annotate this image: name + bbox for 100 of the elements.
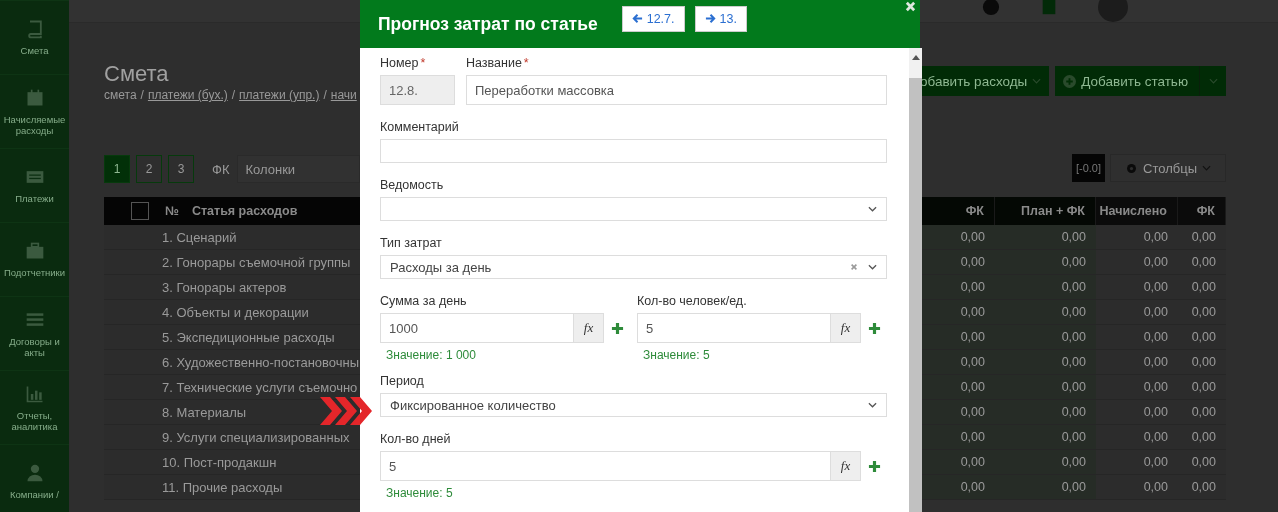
formula-button[interactable]: fx — [831, 451, 861, 481]
sidebar-item[interactable]: Договоры и акты — [0, 297, 69, 371]
required-mark: * — [420, 56, 426, 70]
breadcrumb-link[interactable]: платежи (бух.) — [147, 88, 228, 102]
breadcrumb-link[interactable]: начи — [330, 88, 357, 102]
columns-button[interactable]: Столбцы — [1110, 154, 1226, 182]
caret-icon — [1032, 78, 1042, 84]
briefcase-icon — [24, 241, 45, 261]
table-cell: 3. Гонорары актеров — [162, 279, 287, 295]
table-cell: 0,00 — [995, 350, 1096, 375]
field-label: Номер * — [380, 56, 427, 71]
sidebar-item[interactable]: Подотчетники — [0, 223, 69, 297]
table-cell: 0,00 — [920, 375, 995, 400]
scrollbar[interactable] — [909, 48, 922, 512]
checkbox[interactable] — [131, 202, 149, 220]
sidebar-item[interactable]: Компании / — [0, 445, 69, 512]
caret-icon — [1202, 165, 1211, 171]
table-cell: 8. Материалы — [162, 404, 247, 420]
breadcrumb-separator: / — [231, 88, 236, 102]
chevrons-marker-icon — [320, 397, 372, 425]
sidebar-item[interactable]: Платежи — [0, 149, 69, 223]
chevron-down-icon — [868, 264, 877, 270]
field-label: Тип затрат — [380, 236, 443, 251]
page-title: Смета — [104, 62, 170, 86]
add-button[interactable]: Добавить статью — [1055, 66, 1227, 96]
column-header[interactable]: Статья расходов — [191, 204, 298, 218]
filter-label: ФК — [212, 161, 230, 177]
breadcrumb-item: смета — [104, 88, 137, 102]
close-icon[interactable] — [905, 1, 916, 12]
dialog-title: Прогноз затрат по статье — [378, 13, 598, 35]
table-cell: 0,00 — [920, 250, 995, 275]
page-button[interactable]: 2 — [136, 155, 162, 183]
field-label: Название * — [466, 56, 530, 71]
table-cell: 10. Пост-продакшн — [162, 454, 277, 470]
formula-button[interactable]: fx — [831, 313, 861, 343]
table-cell: 0,00 — [920, 275, 995, 300]
plus-icon[interactable] — [868, 321, 881, 335]
rounding-button[interactable]: [-0.0] — [1071, 154, 1105, 182]
value-hint: Значение: 1 000 — [385, 348, 477, 362]
table-cell: 0,00 — [995, 400, 1096, 425]
formula-field[interactable]: 1000 — [380, 313, 574, 343]
breadcrumb-separator: / — [323, 88, 327, 102]
value-hint: Значение: 5 — [642, 348, 711, 362]
table-cell: 4. Объекты и декорации — [162, 304, 309, 320]
name-field[interactable]: Переработки массовка — [466, 75, 887, 105]
table-cell: 5. Экспедиционные расходы — [162, 329, 335, 345]
chevron-down-icon — [868, 402, 877, 408]
required-mark: * — [523, 56, 529, 70]
scroll-up-icon[interactable] — [911, 55, 920, 60]
table-cell: 0,00 — [920, 300, 995, 325]
add-button[interactable]: обавить расходы — [920, 66, 1050, 96]
cost-type-select[interactable]: Расходы за день — [380, 255, 887, 279]
table-cell: 9. Услуги специализированных — [162, 429, 350, 445]
table-cell: 0,00 — [920, 450, 995, 475]
table-cell: 0,00 — [920, 325, 995, 350]
field-label: Сумма за день — [380, 294, 468, 309]
table-cell: 0,00 — [995, 275, 1096, 300]
table-cell: 0,00 — [995, 225, 1096, 250]
table-cell: 0,00 — [920, 475, 995, 500]
clear-icon[interactable] — [850, 263, 858, 271]
field-label: Кол-во дней — [380, 432, 452, 447]
field-label: Кол-во человек/ед. — [637, 294, 748, 309]
column-header[interactable]: ФК — [1178, 197, 1226, 225]
breadcrumb-separator: / — [140, 88, 144, 102]
sidebar-item[interactable]: Начисляемые расходы — [0, 75, 69, 149]
table-cell: 1. Сценарий — [162, 229, 237, 245]
breadcrumb-link[interactable]: платежи (упр.) — [239, 88, 320, 102]
table-cell: 0,00 — [995, 325, 1096, 350]
plus-icon[interactable] — [611, 321, 624, 335]
plus-icon[interactable] — [868, 459, 881, 473]
arrow-right-icon — [704, 13, 716, 24]
formula-field[interactable]: 5 — [380, 451, 831, 481]
table-cell: 0,00 — [995, 425, 1096, 450]
field-label: Период — [380, 374, 425, 389]
column-header[interactable]: Начислено — [1096, 197, 1178, 225]
page-button[interactable]: 1 — [104, 155, 130, 183]
sidebar-item[interactable]: Отчеты, аналитика — [0, 371, 69, 445]
page-button[interactable]: 3 — [168, 155, 194, 183]
comment-field[interactable] — [380, 139, 887, 163]
formula-field[interactable]: 5 — [637, 313, 831, 343]
table-cell: 0,00 — [920, 225, 995, 250]
period-select[interactable]: Фиксированное количество — [380, 393, 887, 417]
table-cell: 0,00 — [995, 475, 1096, 500]
value-hint: Значение: 5 — [385, 486, 454, 500]
caret-icon — [1209, 78, 1219, 84]
formula-button[interactable]: fx — [574, 313, 604, 343]
table-cell: 2. Гонорары съемочной группы — [162, 254, 351, 270]
field-label: Ведомость — [380, 178, 445, 193]
next-button[interactable]: 13. — [694, 5, 747, 32]
table-cell: 0,00 — [920, 400, 995, 425]
table-cell: 6. Художественно-постановочны — [162, 354, 360, 370]
table-cell: 0,00 — [995, 375, 1096, 400]
column-header[interactable]: № — [165, 204, 179, 218]
table-cell: 0,00 — [995, 300, 1096, 325]
columns-dropdown[interactable]: Колонки — [237, 155, 360, 183]
previous-button[interactable]: 12.7. — [621, 5, 685, 32]
settings-icon — [1125, 161, 1138, 175]
table-cell: 7. Технические услуги съемочно — [162, 379, 358, 395]
field-label: Комментарий — [380, 120, 460, 135]
plus-circle-icon — [1063, 74, 1077, 88]
